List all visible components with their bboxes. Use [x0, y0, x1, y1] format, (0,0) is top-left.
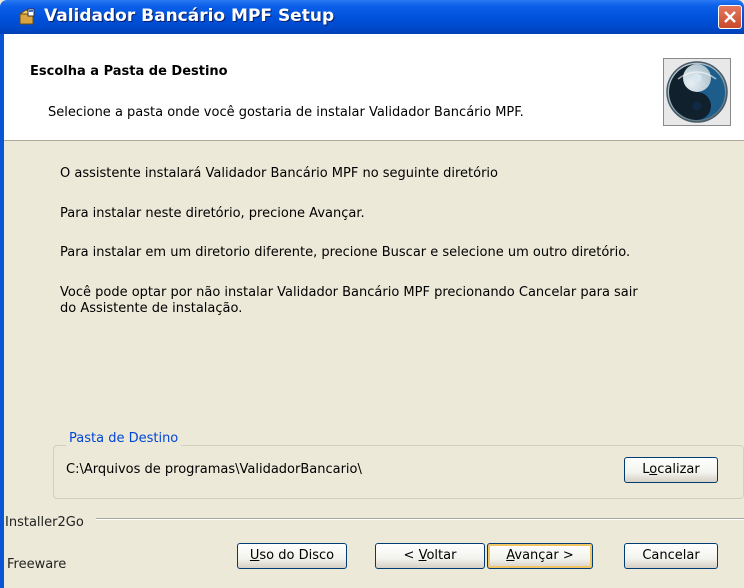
page-subtitle: Selecione a pasta onde você gostaria de … — [48, 105, 524, 120]
title-bar[interactable]: Validador Bancário MPF Setup — [0, 0, 744, 34]
browse-instruction-text: Para instalar em um diretorio diferente,… — [60, 245, 631, 260]
installer-box-icon — [18, 8, 36, 26]
disk-usage-button[interactable]: Uso do Disco — [237, 543, 347, 569]
installer-brand: Installer2Go — [5, 515, 84, 530]
yin-yang-logo — [663, 58, 731, 126]
cancel-instruction-line1: Você pode optar por não instalar Validad… — [60, 285, 638, 300]
browse-button[interactable]: Localizar — [624, 457, 718, 483]
cancel-button[interactable]: Cancelar — [624, 543, 718, 569]
window-title: Validador Bancário MPF Setup — [44, 6, 335, 26]
destination-path: C:\Arquivos de programas\ValidadorBancar… — [66, 462, 362, 477]
separator-line — [96, 518, 744, 520]
page-title: Escolha a Pasta de Destino — [30, 64, 228, 79]
back-button[interactable]: < Voltar — [375, 543, 485, 569]
cancel-instruction-line2: do Assistente de instalação. — [60, 301, 243, 316]
destination-group-label: Pasta de Destino — [66, 431, 182, 446]
wizard-header: Escolha a Pasta de Destino Selecione a p… — [4, 34, 744, 141]
cancel-instruction-text: Você pode optar por não instalar Validad… — [60, 285, 638, 317]
next-instruction-text: Para instalar neste diretório, precione … — [60, 206, 365, 221]
intro-text: O assistente instalará Validador Bancári… — [60, 166, 499, 181]
next-button[interactable]: Avançar > — [487, 543, 593, 569]
license-text: Freeware — [7, 557, 67, 572]
close-button[interactable] — [718, 5, 742, 29]
close-icon — [724, 11, 736, 23]
